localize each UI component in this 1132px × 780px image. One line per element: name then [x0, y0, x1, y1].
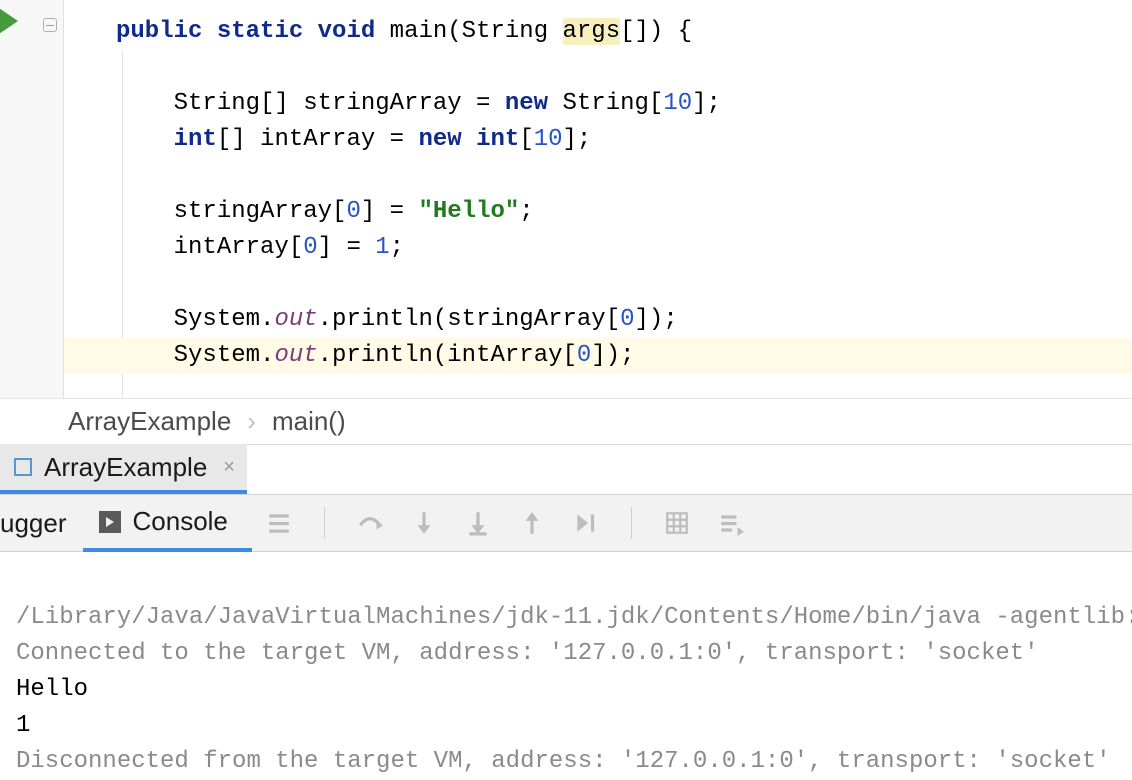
keyword: new — [505, 90, 548, 117]
keyword: new — [418, 126, 461, 153]
step-over-icon[interactable] — [357, 510, 383, 536]
close-icon[interactable]: × — [223, 456, 235, 479]
text: ] = — [361, 198, 419, 225]
fold-gutter-icon[interactable] — [43, 18, 57, 32]
number: 10 — [534, 126, 563, 153]
trace-current-stream-icon[interactable] — [718, 510, 744, 536]
text: []) { — [620, 18, 692, 45]
drop-frame-icon[interactable] — [573, 510, 599, 536]
number: 0 — [346, 198, 360, 225]
tab-label: Console — [133, 506, 228, 537]
step-out-icon[interactable] — [519, 510, 545, 536]
text: stringArray[ — [174, 198, 347, 225]
text: ; — [390, 234, 404, 261]
number: 0 — [577, 342, 591, 369]
code-line[interactable]: System.out.println(stringArray[0]); — [64, 302, 1132, 338]
console-output[interactable]: /Library/Java/JavaVirtualMachines/jdk-11… — [0, 552, 1132, 780]
text: ]); — [635, 306, 678, 333]
run-tab-title: ArrayExample — [44, 452, 207, 483]
number: 1 — [375, 234, 389, 261]
code-line[interactable] — [64, 50, 1132, 86]
separator — [324, 507, 325, 539]
code-line[interactable]: public static void main(String args[]) { — [64, 14, 1132, 50]
code-editor[interactable]: public static void main(String args[]) {… — [0, 0, 1132, 398]
text: String[] stringArray = — [174, 90, 505, 117]
text — [462, 126, 476, 153]
highlighted-identifier: args — [563, 18, 621, 45]
keyword: int — [476, 126, 519, 153]
string-literal: "Hello" — [418, 198, 519, 225]
text: ]; — [563, 126, 592, 153]
text: [] intArray = — [217, 126, 419, 153]
step-into-icon[interactable] — [411, 510, 437, 536]
console-line: Hello — [16, 676, 88, 703]
evaluate-expression-icon[interactable] — [664, 510, 690, 536]
chevron-right-icon: › — [247, 406, 256, 437]
console-line: /Library/Java/JavaVirtualMachines/jdk-11… — [16, 604, 1132, 631]
run-gutter-icon[interactable] — [0, 6, 18, 36]
tab-console[interactable]: Console — [83, 496, 252, 552]
tab-label: ugger — [0, 508, 67, 539]
debug-tool-strip: ugger Console — [0, 494, 1132, 552]
code-area[interactable]: public static void main(String args[]) {… — [64, 0, 1132, 398]
text: System. — [174, 306, 275, 333]
code-line[interactable]: String[] stringArray = new String[10]; — [64, 86, 1132, 122]
application-icon — [14, 458, 32, 476]
code-line[interactable]: int[] intArray = new int[10]; — [64, 122, 1132, 158]
breadcrumb-item[interactable]: ArrayExample — [68, 406, 231, 437]
keyword: public — [116, 18, 202, 45]
console-line: Connected to the target VM, address: '12… — [16, 640, 1039, 667]
keyword: int — [174, 126, 217, 153]
number: 10 — [663, 90, 692, 117]
console-line: Disconnected from the target VM, address… — [16, 748, 1111, 775]
text: ] = — [318, 234, 376, 261]
editor-gutter[interactable] — [0, 0, 64, 398]
number: 0 — [620, 306, 634, 333]
play-icon — [99, 511, 121, 533]
static-field: out — [274, 342, 317, 369]
text: intArray[ — [174, 234, 304, 261]
run-configurations-tabbar: ArrayExample × — [0, 444, 1132, 494]
code-line[interactable]: stringArray[0] = "Hello"; — [64, 194, 1132, 230]
text: ]); — [591, 342, 634, 369]
static-field: out — [274, 306, 317, 333]
code-line[interactable] — [64, 266, 1132, 302]
tab-debugger[interactable]: ugger — [0, 495, 83, 551]
breadcrumb-item[interactable]: main() — [272, 406, 346, 437]
show-execution-point-icon[interactable] — [266, 510, 292, 536]
code-line-current[interactable]: System.out.println(intArray[0]); — [64, 338, 1132, 374]
text: String[ — [548, 90, 663, 117]
force-step-into-icon[interactable] — [465, 510, 491, 536]
separator — [631, 507, 632, 539]
code-line[interactable] — [64, 158, 1132, 194]
text: .println(stringArray[ — [318, 306, 620, 333]
text: [ — [519, 126, 533, 153]
identifier: main — [390, 18, 448, 45]
text: ; — [519, 198, 533, 225]
console-line: 1 — [16, 712, 30, 739]
text: ]; — [692, 90, 721, 117]
code-line[interactable]: intArray[0] = 1; — [64, 230, 1132, 266]
text: (String — [447, 18, 562, 45]
number: 0 — [303, 234, 317, 261]
keyword: void — [318, 18, 376, 45]
text: System. — [174, 342, 275, 369]
breadcrumb: ArrayExample › main() — [0, 398, 1132, 444]
run-tab[interactable]: ArrayExample × — [0, 444, 247, 494]
text: .println(intArray[ — [318, 342, 577, 369]
keyword: static — [217, 18, 303, 45]
